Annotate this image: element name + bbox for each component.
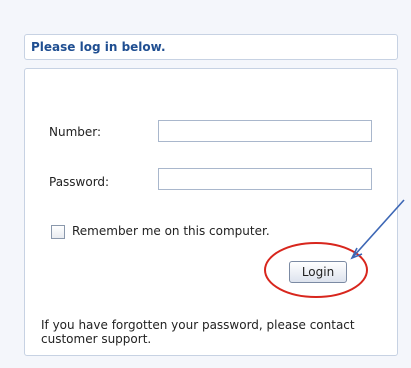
login-button-label: Login (301, 265, 335, 279)
password-label: Password: (49, 175, 110, 189)
login-header-bar: Please log in below. (24, 34, 398, 60)
login-button[interactable]: Login (289, 261, 347, 283)
login-header-title: Please log in below. (31, 40, 166, 54)
login-form-panel: Number: Password: Remember me on this co… (24, 68, 398, 356)
forgot-password-message: If you have forgotten your password, ple… (41, 318, 355, 346)
number-label: Number: (49, 125, 102, 139)
remember-me-label: Remember me on this computer. (72, 224, 270, 238)
number-input[interactable] (158, 120, 372, 142)
remember-me-checkbox[interactable] (51, 225, 65, 239)
password-input[interactable] (158, 168, 372, 190)
